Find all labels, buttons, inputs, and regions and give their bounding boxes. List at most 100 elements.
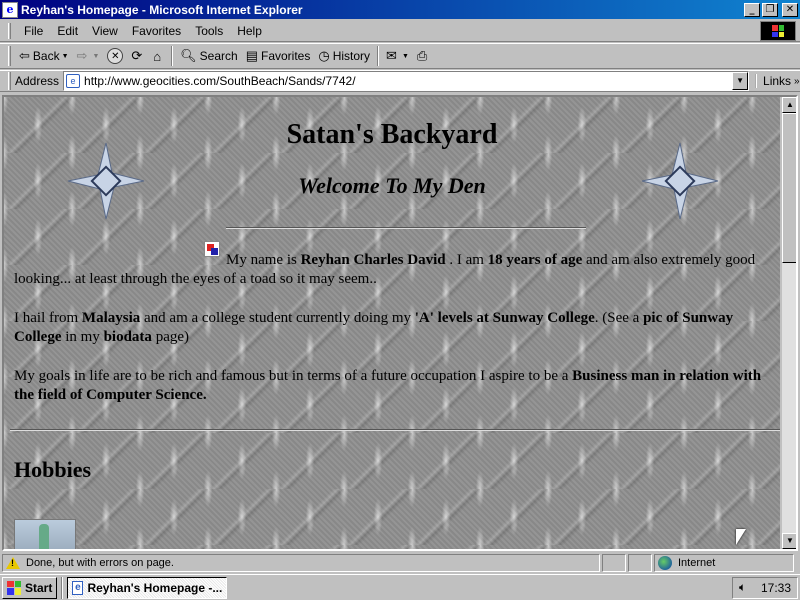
intro-text: . I am bbox=[445, 252, 488, 268]
forward-dropdown-icon[interactable]: ▼ bbox=[92, 53, 99, 60]
standard-toolbar: ⇦ Back ▼ ⇨ ▼ ✕ ⟳ ⌂ 🔍︎ Search ▤ Favorites… bbox=[0, 43, 800, 69]
history-label: History bbox=[332, 49, 371, 63]
author-age: 18 years of age bbox=[487, 252, 583, 268]
paragraph-text: and am a college student currently doing… bbox=[140, 310, 415, 326]
refresh-icon: ⟳ bbox=[131, 48, 143, 63]
warning-icon[interactable] bbox=[6, 557, 20, 569]
menu-file[interactable]: File bbox=[17, 22, 50, 40]
page-title: Satan's Backyard bbox=[286, 119, 498, 150]
menu-favorites[interactable]: Favorites bbox=[125, 22, 188, 40]
web-page: Satan's Backyard Welcome To My Den My na… bbox=[4, 97, 780, 549]
ie-icon: e bbox=[72, 580, 84, 595]
windows-logo-throbber bbox=[760, 21, 796, 41]
favorites-button[interactable]: ▤ Favorites bbox=[242, 45, 315, 67]
taskbar-separator bbox=[61, 576, 64, 599]
taskbar: Start e Reyhan's Homepage -... 🔈︎ 17:33 bbox=[0, 574, 800, 600]
start-label: Start bbox=[25, 580, 53, 595]
ie-app-icon[interactable]: e bbox=[2, 1, 18, 18]
search-icon: 🔍︎ bbox=[180, 48, 197, 63]
paragraph-text: . (See a bbox=[594, 310, 644, 326]
goals-paragraph: My goals in life are to be rich and famo… bbox=[14, 367, 769, 405]
home-button[interactable]: ⌂ bbox=[149, 45, 168, 67]
history-button[interactable]: ◷ History bbox=[314, 45, 374, 67]
country-text: Malaysia bbox=[81, 310, 141, 326]
status-bar: Done, but with errors on page. Internet bbox=[0, 553, 800, 573]
paragraph-text: My goals in life are to be rich and famo… bbox=[14, 368, 573, 384]
content-frame: Satan's Backyard Welcome To My Den My na… bbox=[2, 95, 798, 551]
divider bbox=[10, 429, 780, 431]
refresh-button[interactable]: ⟳ bbox=[127, 45, 149, 67]
menu-help[interactable]: Help bbox=[230, 22, 269, 40]
mail-icon: ✉ bbox=[386, 48, 397, 63]
hobby-image bbox=[14, 519, 76, 549]
close-button[interactable]: ✕ bbox=[782, 2, 798, 17]
mouse-pointer bbox=[736, 529, 746, 545]
mail-dropdown-icon[interactable]: ▼ bbox=[402, 53, 409, 60]
links-button[interactable]: Links » bbox=[755, 74, 800, 88]
forward-button[interactable]: ⇨ ▼ bbox=[73, 45, 104, 67]
intro-text: My name is bbox=[226, 252, 301, 268]
window-title: Reyhan's Homepage - Microsoft Internet E… bbox=[21, 2, 303, 17]
toolbar-separator bbox=[171, 46, 174, 66]
scroll-thumb[interactable] bbox=[782, 113, 796, 263]
biodata-link[interactable]: biodata bbox=[104, 329, 152, 345]
intro-paragraph: My name is Reyhan Charles David . I am 1… bbox=[14, 251, 769, 289]
links-chevron-icon: » bbox=[794, 75, 800, 87]
start-button[interactable]: Start bbox=[2, 576, 58, 599]
windows-flag-icon bbox=[772, 25, 784, 37]
back-label: Back bbox=[32, 49, 60, 63]
print-button[interactable]: ⎙ bbox=[413, 45, 434, 67]
maximize-button[interactable]: ❐ bbox=[762, 2, 778, 17]
hobbies-heading: Hobbies bbox=[14, 457, 92, 482]
paragraph-text: in my bbox=[61, 329, 104, 345]
author-name: Reyhan Charles David bbox=[300, 252, 446, 268]
security-zone: Internet bbox=[654, 554, 794, 572]
zone-label: Internet bbox=[678, 557, 716, 569]
status-message: Done, but with errors on page. bbox=[26, 557, 174, 569]
vertical-scrollbar[interactable]: ▲ ▼ bbox=[782, 97, 796, 549]
divider bbox=[226, 227, 586, 229]
stop-icon: ✕ bbox=[107, 48, 124, 64]
address-field[interactable]: e ▼ bbox=[63, 71, 750, 91]
paragraph-text: I hail from bbox=[14, 310, 82, 326]
print-icon: ⎙ bbox=[416, 48, 428, 63]
back-button[interactable]: ⇦ Back ▼ bbox=[15, 45, 73, 67]
favorites-icon: ▤ bbox=[245, 48, 258, 63]
links-label: Links bbox=[763, 74, 792, 88]
title-bar[interactable]: e Reyhan's Homepage - Microsoft Internet… bbox=[0, 0, 800, 19]
back-arrow-icon: ⇦ bbox=[19, 48, 30, 63]
scroll-up-button[interactable]: ▲ bbox=[782, 97, 796, 113]
address-bar: Address e ▼ Links » bbox=[0, 70, 800, 92]
toolbar-separator bbox=[377, 46, 380, 66]
scroll-down-button[interactable]: ▼ bbox=[782, 533, 796, 549]
system-tray: 🔈︎ 17:33 bbox=[732, 576, 798, 599]
menu-bar: File Edit View Favorites Tools Help bbox=[0, 20, 800, 42]
favorites-label: Favorites bbox=[260, 49, 311, 63]
windows-flag-icon bbox=[7, 580, 21, 595]
status-message-cell[interactable]: Done, but with errors on page. bbox=[2, 554, 600, 572]
taskbar-item-browser[interactable]: e Reyhan's Homepage -... bbox=[67, 576, 228, 599]
paragraph-text: page) bbox=[151, 329, 189, 345]
course-text: 'A' levels at Sunway College bbox=[414, 310, 595, 326]
menu-edit[interactable]: Edit bbox=[50, 22, 85, 40]
address-bar-grip[interactable] bbox=[8, 72, 11, 90]
menu-view[interactable]: View bbox=[85, 22, 125, 40]
back-dropdown-icon[interactable]: ▼ bbox=[62, 53, 69, 60]
toolbar-grip[interactable] bbox=[8, 46, 11, 66]
stop-button[interactable]: ✕ bbox=[103, 45, 127, 67]
search-button[interactable]: 🔍︎ Search bbox=[176, 45, 242, 67]
clock[interactable]: 17:33 bbox=[761, 581, 791, 595]
history-icon: ◷ bbox=[318, 48, 330, 63]
page-subtitle: Welcome To My Den bbox=[298, 173, 486, 198]
taskbar-item-label: Reyhan's Homepage -... bbox=[87, 580, 223, 595]
speaker-icon[interactable]: 🔈︎ bbox=[739, 580, 746, 595]
menu-bar-grip[interactable] bbox=[8, 22, 11, 39]
globe-icon bbox=[658, 556, 672, 570]
menu-tools[interactable]: Tools bbox=[188, 22, 230, 40]
mail-button[interactable]: ✉ ▼ bbox=[382, 45, 413, 67]
college-paragraph: I hail from Malaysia and am a college st… bbox=[14, 309, 769, 347]
address-dropdown-button[interactable]: ▼ bbox=[732, 72, 749, 90]
address-label: Address bbox=[15, 74, 60, 88]
minimize-button[interactable]: _ bbox=[744, 2, 760, 17]
address-input[interactable] bbox=[84, 74, 733, 88]
